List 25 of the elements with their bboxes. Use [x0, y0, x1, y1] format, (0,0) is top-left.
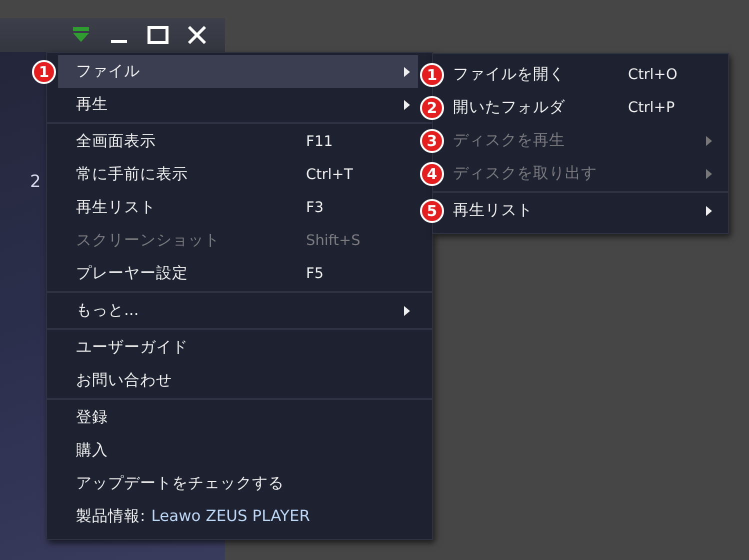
menu-item[interactable]: 登録 — [58, 401, 418, 434]
menu-item[interactable]: 開いたフォルダ Ctrl+P — [447, 91, 728, 124]
menu-item[interactable]: アップデートをチェックする — [58, 467, 418, 500]
callout-badge: 4 — [420, 162, 444, 186]
menu-item[interactable]: 再生リスト F3 — [58, 191, 418, 224]
menu-item[interactable]: 全画面表示 F11 — [58, 125, 418, 158]
menu-item[interactable]: ユーザーガイド — [58, 331, 418, 364]
callout-badge: 5 — [420, 198, 444, 222]
menu-item[interactable]: もっと... — [58, 294, 418, 327]
dropdown-icon[interactable] — [71, 27, 91, 43]
callout-badge: 1 — [420, 62, 444, 86]
menu-item[interactable]: 常に手前に表示 Ctrl+T — [58, 158, 418, 191]
menu-item[interactable]: 再生リスト — [447, 194, 728, 227]
menu-item[interactable]: プレーヤー設定 F5 — [58, 257, 418, 290]
menu-item[interactable]: 製品情報: Leawo ZEUS PLAYER — [58, 500, 418, 533]
menu-item[interactable]: ファイルを開く Ctrl+O — [447, 58, 728, 91]
maximize-icon[interactable] — [147, 26, 169, 44]
menu-item[interactable]: ファイル — [58, 55, 418, 88]
window-text: 2 — [30, 172, 41, 192]
callout-badge: 2 — [420, 96, 444, 120]
menu-item[interactable]: 購入 — [58, 434, 418, 467]
menu-item[interactable]: 再生 — [58, 88, 418, 121]
close-icon[interactable] — [187, 26, 207, 44]
callout-badge: 3 — [420, 128, 444, 152]
menu-item[interactable]: お問い合わせ — [58, 364, 418, 397]
